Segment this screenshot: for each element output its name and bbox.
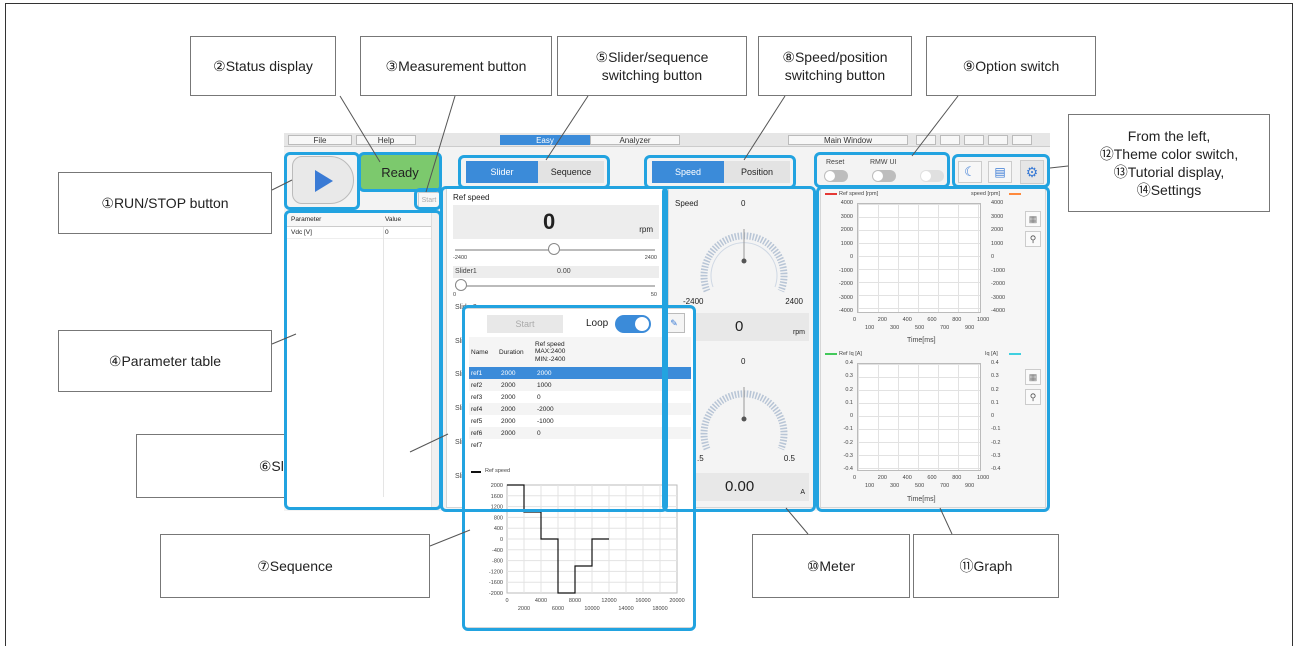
leader-lines <box>271 95 1069 547</box>
